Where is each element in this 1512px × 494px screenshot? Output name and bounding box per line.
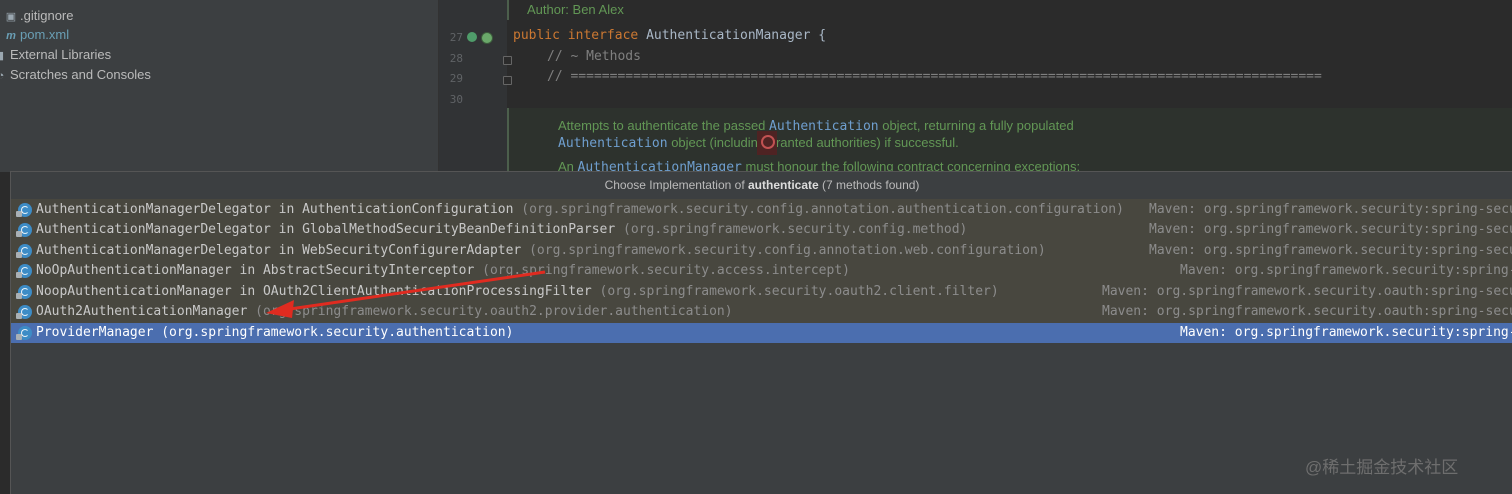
doc-bar (507, 0, 509, 20)
class-icon (16, 305, 32, 319)
doc-author: Author: Ben Alex (527, 2, 624, 17)
code-line-28: // ~ Methods (547, 49, 641, 64)
code-line-27: public interface AuthenticationManager { (513, 28, 827, 43)
list-item[interactable]: AuthenticationManagerDelegator in Global… (11, 220, 1512, 240)
class-icon (16, 203, 32, 217)
tree-item-external-libraries[interactable]: ▮ External Libraries (0, 45, 111, 64)
code-line-29: // =====================================… (547, 69, 1322, 84)
bean-icon[interactable] (481, 32, 493, 44)
scratches-icon: ◔ (0, 70, 5, 82)
class-icon (16, 326, 32, 340)
doc-bar (507, 108, 509, 172)
tree-item-pom[interactable]: m pom.xml (4, 25, 69, 44)
tree-item-scratches[interactable]: ◔ Scratches and Consoles (0, 65, 151, 84)
line-number: 27 (449, 31, 463, 44)
mouse-cursor-icon (757, 131, 777, 155)
class-icon (16, 285, 32, 299)
project-tree: ▣ .gitignore m pom.xml ▮ External Libraries… (0, 0, 438, 172)
fold-icon[interactable] (503, 56, 512, 65)
tree-item-gitignore[interactable]: ▣ .gitignore (4, 6, 74, 25)
popup-title: Choose Implementation of authenticate (7… (11, 172, 1512, 198)
choose-implementation-popup: Choose Implementation of authenticate (7… (10, 171, 1512, 494)
line-number: 30 (449, 93, 463, 106)
list-item[interactable]: NoopAuthenticationManager in OAuth2Clien… (11, 282, 1512, 302)
class-icon (16, 223, 32, 237)
fold-icon[interactable] (503, 76, 512, 85)
list-item[interactable]: OAuth2AuthenticationManager (org.springf… (11, 302, 1512, 322)
line-number: 28 (449, 52, 463, 65)
list-item-selected[interactable]: ProviderManager (org.springframework.sec… (11, 323, 1512, 343)
list-item[interactable]: AuthenticationManagerDelegator in Authen… (11, 200, 1512, 220)
editor-gutter (439, 0, 507, 172)
watermark: @稀土掘金技术社区 (1305, 458, 1459, 477)
list-item[interactable]: NoOpAuthenticationManager in AbstractSec… (11, 261, 1512, 281)
list-item[interactable]: AuthenticationManagerDelegator in WebSec… (11, 241, 1512, 261)
tree-folder-icon (0, 0, 60, 2)
library-icon: ▮ (0, 50, 5, 62)
class-icon (16, 264, 32, 278)
line-number: 29 (449, 72, 463, 85)
code-editor[interactable]: Author: Ben Alex 27 28 29 30 public inte… (438, 0, 1512, 172)
doc-line-1: Attempts to authenticate the passed Auth… (558, 118, 1074, 134)
maven-icon: m (6, 30, 16, 42)
class-icon (16, 244, 32, 258)
doc-line-3: An AuthenticationManager must honour the… (558, 159, 1081, 171)
implemented-icon[interactable] (467, 32, 477, 42)
